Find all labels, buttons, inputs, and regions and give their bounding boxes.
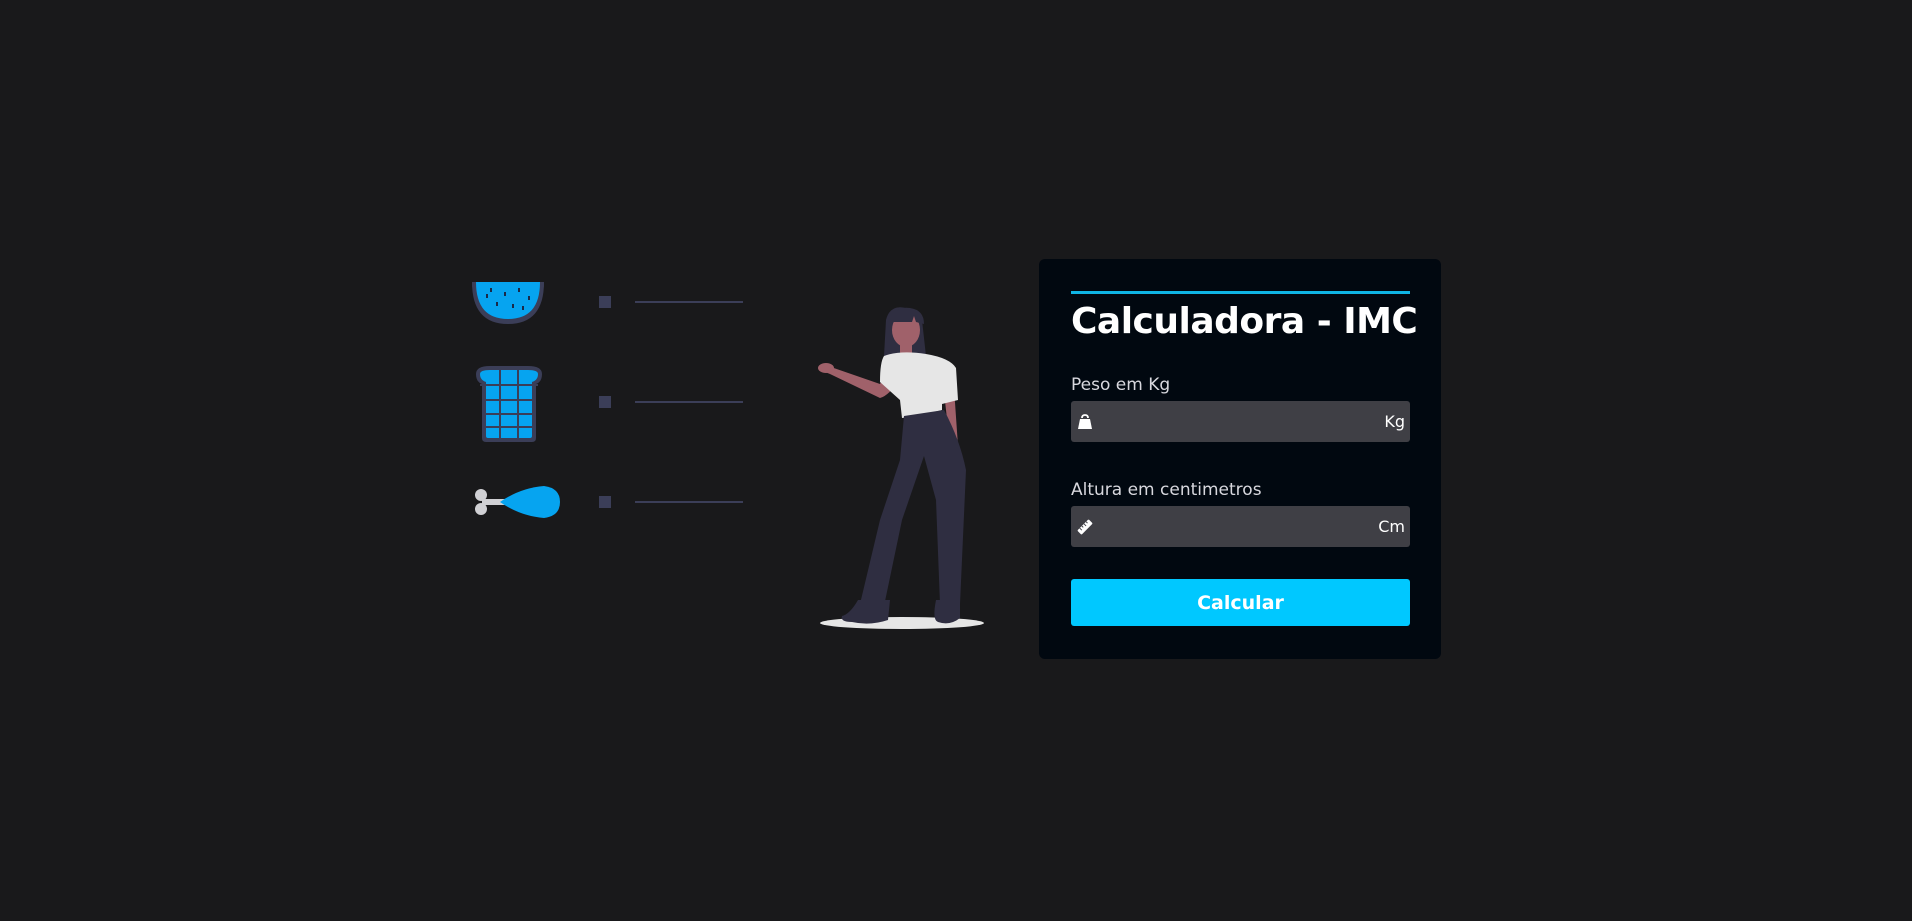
bullet-square [599, 296, 611, 308]
bullet-square [599, 496, 611, 508]
ruler-icon [1076, 518, 1094, 536]
height-label: Altura em centimetros [1071, 480, 1262, 500]
calculate-button[interactable]: Calcular [1071, 579, 1410, 626]
woman-figure [818, 307, 984, 629]
weight-field: Kg [1071, 401, 1410, 442]
title-accent-bar [1071, 291, 1410, 294]
bullet-square [599, 396, 611, 408]
height-field: Cm [1071, 506, 1410, 547]
bread-icon [476, 366, 542, 442]
height-input[interactable] [1094, 506, 1379, 547]
divider-line [635, 401, 743, 403]
page-title: Calculadora - IMC [1071, 301, 1418, 342]
page: Calculadora - IMC Peso em Kg Kg Altura e… [0, 0, 1912, 921]
height-unit: Cm [1378, 517, 1405, 536]
weight-input[interactable] [1094, 401, 1385, 442]
watermelon-icon [472, 282, 544, 324]
weight-label: Peso em Kg [1071, 375, 1171, 395]
weight-icon [1076, 413, 1094, 431]
nutrition-illustration [460, 270, 1000, 640]
chicken-leg-icon [475, 486, 560, 518]
weight-unit: Kg [1384, 412, 1405, 431]
divider-line [635, 301, 743, 303]
divider-line [635, 501, 743, 503]
bmi-calculator-card: Calculadora - IMC Peso em Kg Kg Altura e… [1039, 259, 1441, 659]
